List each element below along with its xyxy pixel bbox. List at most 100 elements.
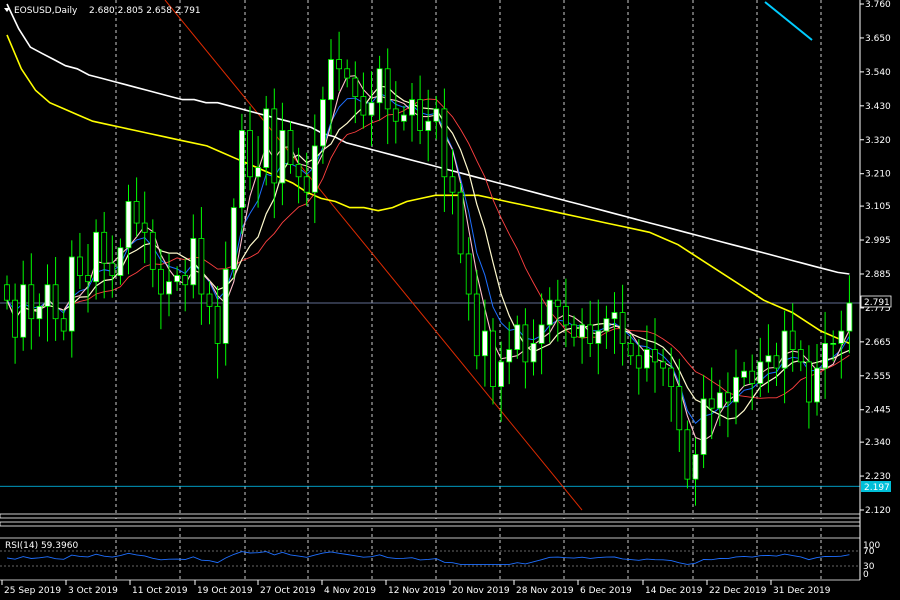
candle-body: [222, 268, 229, 344]
candle-body: [149, 231, 156, 270]
candle-body: [368, 102, 375, 116]
candle-body: [579, 324, 585, 338]
candle-body: [336, 59, 343, 70]
candle-body: [563, 305, 569, 326]
candle-body: [708, 398, 715, 409]
candle-body: [514, 324, 521, 350]
candle-body: [676, 386, 683, 431]
candle-body: [109, 262, 116, 276]
candle-body: [571, 324, 577, 338]
candle-body: [635, 355, 642, 369]
x-tick-label: 6 Dec 2019: [580, 586, 632, 596]
x-tick-label: 19 Oct 2019: [197, 586, 253, 596]
candle-body: [449, 176, 456, 193]
candle-body: [830, 342, 837, 345]
candle-body: [797, 349, 804, 363]
candle-body: [417, 99, 424, 131]
candle-body: [28, 284, 35, 320]
candle-body: [85, 275, 91, 283]
candle-body: [806, 361, 812, 403]
candle-body: [125, 201, 132, 249]
candle-body: [352, 77, 359, 97]
candle-body: [627, 342, 634, 357]
candle-body: [230, 207, 237, 270]
y-tick-label: 2.665: [865, 338, 891, 348]
candle-body: [498, 361, 505, 387]
candle-body: [190, 238, 197, 286]
candle-body: [644, 349, 650, 369]
candle-body: [214, 305, 221, 344]
candle-body: [733, 376, 739, 403]
candle-body: [433, 108, 440, 122]
candle-body: [271, 108, 278, 184]
candle-body: [392, 108, 399, 122]
y-tick-label: 3.430: [865, 102, 891, 112]
separator-panel: [0, 521, 861, 527]
candle-body: [117, 247, 124, 276]
candle-body: [238, 130, 245, 209]
candle-body: [538, 324, 545, 344]
level-price-label: 2.197: [864, 483, 890, 493]
candle-body: [554, 299, 561, 307]
candle-body: [506, 349, 513, 363]
y-tick-label: 2.885: [865, 270, 891, 280]
candle-body: [295, 164, 302, 178]
candle-body: [68, 256, 75, 332]
candle-body: [473, 293, 480, 357]
candle-body: [765, 355, 772, 363]
current-price-label: 2.791: [864, 298, 890, 308]
candle-body: [652, 349, 658, 363]
x-tick-label: 4 Nov 2019: [324, 586, 376, 596]
candle-body: [595, 330, 602, 344]
candle-body: [328, 59, 334, 101]
candle-body: [838, 330, 845, 344]
candle-body: [206, 293, 213, 307]
candle-body: [846, 302, 853, 332]
candle-body: [141, 222, 148, 233]
candle-body: [12, 299, 19, 338]
candle-body: [546, 299, 553, 326]
candle-body: [198, 238, 205, 295]
candle-body: [247, 130, 253, 178]
candle-body: [716, 392, 723, 409]
symbol-label: EOSUSD,Daily: [14, 6, 78, 16]
candle-body: [749, 370, 756, 384]
candle-body: [166, 281, 172, 295]
candle-body: [279, 130, 286, 184]
candle-body: [741, 370, 747, 378]
y-tick-label: 2.555: [865, 372, 891, 382]
x-tick-label: 22 Dec 2019: [709, 586, 767, 596]
price-chart[interactable]: 3.760 3.650 3.540 3.430 3.320 3.210 3.105 2.995…: [0, 0, 900, 600]
x-tick-label: 11 Oct 2019: [132, 586, 188, 596]
y-tick-label: 3.760: [865, 0, 891, 10]
y-tick-label: 2.230: [865, 472, 891, 482]
x-tick-label: 25 Sep 2019: [4, 586, 61, 596]
separator-panel: [0, 513, 861, 519]
y-tick-label: 3.320: [865, 136, 891, 146]
y-tick-label: 2.995: [865, 236, 891, 246]
candle-body: [20, 284, 27, 338]
y-tick-label: 2.340: [865, 438, 891, 448]
y-tick-label: 3.540: [865, 68, 891, 78]
candle-body: [611, 312, 618, 320]
y-tick-label: 3.650: [865, 34, 891, 44]
rsi-level-70: 70: [863, 547, 875, 557]
candle-body: [344, 68, 351, 79]
candle-body: [157, 268, 164, 295]
candle-body: [101, 231, 108, 264]
x-tick-label: 3 Oct 2019: [68, 586, 118, 596]
candle-body: [182, 275, 189, 286]
candle-body: [773, 355, 780, 369]
candle-body: [757, 361, 764, 384]
y-tick-label: 3.105: [865, 202, 891, 212]
candle-body: [133, 201, 140, 224]
y-tick-label: 3.210: [865, 170, 891, 180]
y-tick-label: 2.120: [865, 506, 891, 516]
candle-body: [684, 429, 691, 480]
candle-body: [174, 275, 181, 283]
candle-body: [60, 318, 67, 332]
candle-body: [822, 342, 828, 369]
candle-body: [603, 318, 610, 332]
candle-body: [789, 330, 796, 350]
candle-body: [725, 392, 731, 403]
